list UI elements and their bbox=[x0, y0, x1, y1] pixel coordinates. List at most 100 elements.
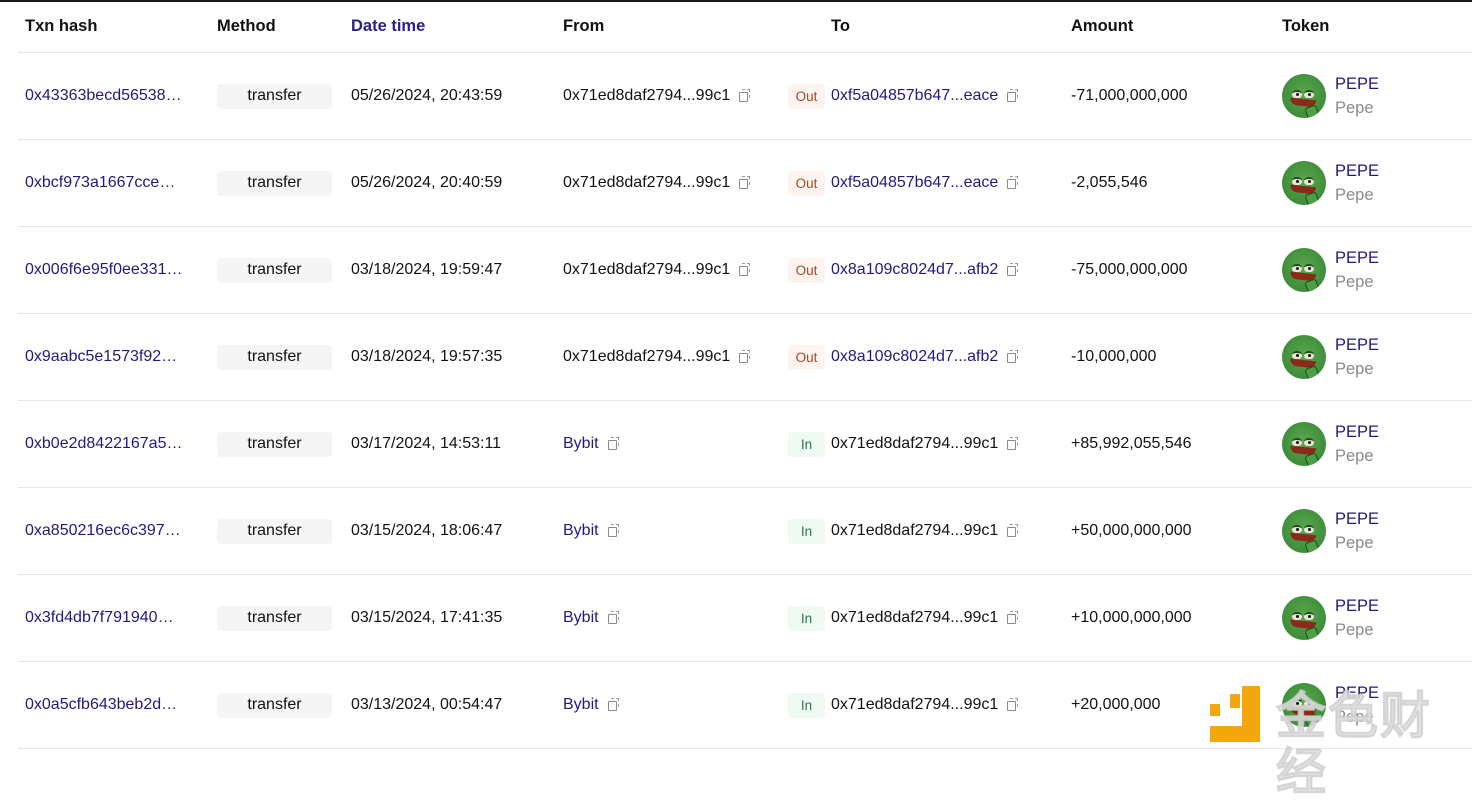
to-address: 0x71ed8daf2794...99c1 bbox=[831, 522, 999, 539]
from-address[interactable]: Bybit bbox=[563, 435, 599, 453]
direction-cell: In bbox=[788, 488, 828, 574]
amount-value: -75,000,000,000 bbox=[1071, 261, 1188, 278]
method-cell: transfer bbox=[217, 662, 332, 748]
token-name: Pepe bbox=[1335, 621, 1374, 639]
txn-hash-link[interactable]: 0xa850216ec6c397… bbox=[25, 522, 181, 540]
amount-cell: +85,992,055,546 bbox=[1071, 401, 1271, 487]
copy-icon[interactable] bbox=[607, 437, 621, 451]
token-symbol-link[interactable]: PEPE bbox=[1335, 681, 1379, 705]
method-badge: transfer bbox=[217, 518, 332, 544]
amount-value: -10,000,000 bbox=[1071, 348, 1157, 365]
amount-value: +10,000,000,000 bbox=[1071, 609, 1192, 626]
txn-hash-cell: 0x9aabc5e1573f92… bbox=[25, 314, 210, 400]
date-time-cell: 03/18/2024, 19:57:35 bbox=[351, 314, 551, 400]
token-symbol-link[interactable]: PEPE bbox=[1335, 72, 1379, 96]
token-cell: PEPE Pepe bbox=[1282, 488, 1472, 574]
to-cell: 0x71ed8daf2794...99c1 bbox=[831, 401, 1061, 487]
copy-icon[interactable] bbox=[738, 263, 752, 277]
from-address: 0x71ed8daf2794...99c1 bbox=[563, 87, 731, 104]
token-symbol-link[interactable]: PEPE bbox=[1335, 159, 1379, 183]
direction-cell: In bbox=[788, 662, 828, 748]
amount-cell: -2,055,546 bbox=[1071, 140, 1271, 226]
amount-value: +50,000,000,000 bbox=[1071, 522, 1192, 539]
from-cell: Bybit bbox=[563, 488, 783, 574]
token-info[interactable]: PEPE Pepe bbox=[1282, 159, 1379, 207]
pepe-token-logo-icon bbox=[1282, 248, 1326, 292]
txn-hash-cell: 0x43363becd56538… bbox=[25, 53, 210, 139]
token-symbol-link[interactable]: PEPE bbox=[1335, 420, 1379, 444]
token-info[interactable]: PEPE Pepe bbox=[1282, 681, 1379, 729]
token-symbol-link[interactable]: PEPE bbox=[1335, 246, 1379, 270]
pepe-token-logo-icon bbox=[1282, 596, 1326, 640]
to-cell: 0xf5a04857b647...eace bbox=[831, 140, 1061, 226]
token-cell: PEPE Pepe bbox=[1282, 401, 1472, 487]
token-info[interactable]: PEPE Pepe bbox=[1282, 333, 1379, 381]
txn-hash-link[interactable]: 0xb0e2d8422167a5… bbox=[25, 435, 182, 453]
amount-cell: +10,000,000,000 bbox=[1071, 575, 1271, 661]
copy-icon[interactable] bbox=[1006, 437, 1020, 451]
token-symbol-link[interactable]: PEPE bbox=[1335, 333, 1379, 357]
copy-icon[interactable] bbox=[1006, 350, 1020, 364]
from-address[interactable]: Bybit bbox=[563, 696, 599, 714]
token-symbol-link[interactable]: PEPE bbox=[1335, 594, 1379, 618]
to-address[interactable]: 0x8a109c8024d7...afb2 bbox=[831, 261, 998, 279]
token-name: Pepe bbox=[1335, 360, 1374, 378]
direction-cell: Out bbox=[788, 140, 828, 226]
to-address[interactable]: 0x8a109c8024d7...afb2 bbox=[831, 348, 998, 366]
copy-icon[interactable] bbox=[1006, 89, 1020, 103]
direction-badge: In bbox=[788, 431, 825, 457]
txn-hash-link[interactable]: 0xbcf973a1667cce… bbox=[25, 174, 175, 192]
copy-icon[interactable] bbox=[607, 524, 621, 538]
to-address[interactable]: 0xf5a04857b647...eace bbox=[831, 174, 998, 192]
txn-hash-link[interactable]: 0x0a5cfb643beb2d… bbox=[25, 696, 177, 714]
copy-icon[interactable] bbox=[1006, 263, 1020, 277]
to-cell: 0x71ed8daf2794...99c1 bbox=[831, 488, 1061, 574]
column-header-txn-hash: Txn hash bbox=[25, 16, 98, 35]
txn-hash-link[interactable]: 0x3fd4db7f791940… bbox=[25, 609, 174, 627]
token-info[interactable]: PEPE Pepe bbox=[1282, 594, 1379, 642]
txn-hash-link[interactable]: 0x43363becd56538… bbox=[25, 87, 182, 105]
direction-cell: In bbox=[788, 575, 828, 661]
pepe-token-logo-icon bbox=[1282, 509, 1326, 553]
date-time-text: 03/17/2024, 14:53:11 bbox=[351, 435, 502, 452]
amount-value: -71,000,000,000 bbox=[1071, 87, 1188, 104]
amount-cell: +50,000,000,000 bbox=[1071, 488, 1271, 574]
method-badge: transfer bbox=[217, 257, 332, 283]
method-badge: transfer bbox=[217, 83, 332, 109]
txn-hash-link[interactable]: 0x006f6e95f0ee331… bbox=[25, 261, 182, 279]
from-cell: Bybit bbox=[563, 575, 783, 661]
date-time-cell: 05/26/2024, 20:40:59 bbox=[351, 140, 551, 226]
token-info[interactable]: PEPE Pepe bbox=[1282, 507, 1379, 555]
to-address[interactable]: 0xf5a04857b647...eace bbox=[831, 87, 998, 105]
method-cell: transfer bbox=[217, 314, 332, 400]
from-cell: 0x71ed8daf2794...99c1 bbox=[563, 53, 783, 139]
from-address[interactable]: Bybit bbox=[563, 522, 599, 540]
to-cell: 0x71ed8daf2794...99c1 bbox=[831, 662, 1061, 748]
copy-icon[interactable] bbox=[607, 698, 621, 712]
to-cell: 0x8a109c8024d7...afb2 bbox=[831, 227, 1061, 313]
direction-badge: Out bbox=[788, 257, 825, 283]
from-cell: 0x71ed8daf2794...99c1 bbox=[563, 227, 783, 313]
copy-icon[interactable] bbox=[738, 176, 752, 190]
copy-icon[interactable] bbox=[1006, 698, 1020, 712]
copy-icon[interactable] bbox=[1006, 524, 1020, 538]
txn-hash-link[interactable]: 0x9aabc5e1573f92… bbox=[25, 348, 177, 366]
copy-icon[interactable] bbox=[607, 611, 621, 625]
token-info[interactable]: PEPE Pepe bbox=[1282, 246, 1379, 294]
copy-icon[interactable] bbox=[1006, 611, 1020, 625]
token-cell: PEPE Pepe bbox=[1282, 662, 1472, 748]
token-name: Pepe bbox=[1335, 273, 1374, 291]
from-address[interactable]: Bybit bbox=[563, 609, 599, 627]
token-info[interactable]: PEPE Pepe bbox=[1282, 72, 1379, 120]
to-cell: 0x8a109c8024d7...afb2 bbox=[831, 314, 1061, 400]
copy-icon[interactable] bbox=[738, 89, 752, 103]
token-symbol-link[interactable]: PEPE bbox=[1335, 507, 1379, 531]
column-header-date-time[interactable]: Date time bbox=[351, 0, 551, 52]
method-badge: transfer bbox=[217, 431, 332, 457]
copy-icon[interactable] bbox=[738, 350, 752, 364]
amount-cell: -75,000,000,000 bbox=[1071, 227, 1271, 313]
copy-icon[interactable] bbox=[1006, 176, 1020, 190]
token-info[interactable]: PEPE Pepe bbox=[1282, 420, 1379, 468]
amount-value: +85,992,055,546 bbox=[1071, 435, 1192, 452]
from-cell: 0x71ed8daf2794...99c1 bbox=[563, 140, 783, 226]
